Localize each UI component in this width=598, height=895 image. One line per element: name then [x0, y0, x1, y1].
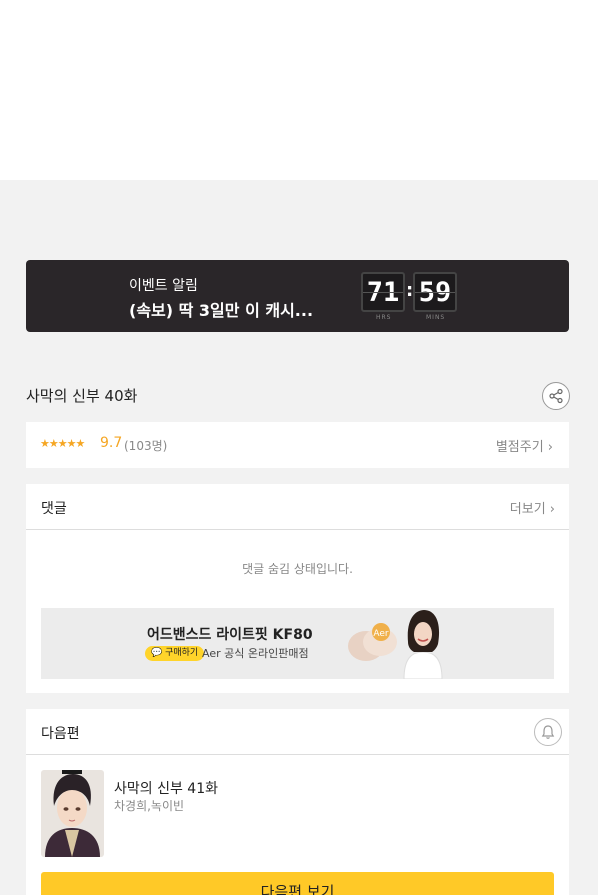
comments-hidden-message: 댓글 숨김 상태입니다.: [242, 562, 353, 576]
ad-model-image: [403, 610, 443, 679]
next-episode-thumbnail[interactable]: [41, 770, 104, 857]
next-episode-card: 다음편 사막의 신부 41화 차경희,녹이빈 다음편 보기: [26, 709, 569, 895]
advertisement-banner[interactable]: 어드밴스드 라이트핏 KF80 💬 구매하기 Aer 공식 온라인판매점 Aer: [41, 608, 554, 679]
mask-product-image: Aer: [348, 623, 397, 661]
comments-more-link[interactable]: 더보기 ›: [510, 498, 555, 517]
rating-score: 9.7: [100, 435, 123, 451]
rating-count: (103명): [124, 439, 168, 453]
ad-title: 어드밴스드 라이트핏 KF80: [147, 627, 313, 643]
next-episode-title[interactable]: 사막의 신부 41화: [114, 778, 218, 798]
top-blank-area: [0, 0, 598, 180]
rate-link[interactable]: 별점주기 ›: [496, 436, 553, 455]
bell-icon: [541, 725, 555, 739]
character-portrait-image: [41, 770, 104, 857]
share-icon: [549, 388, 563, 404]
countdown-minutes: 59: [413, 272, 457, 312]
next-episode-authors: 차경희,녹이빈: [114, 799, 185, 813]
ad-subtitle: Aer 공식 온라인판매점: [202, 647, 309, 660]
event-banner[interactable]: 이벤트 알림 (속보) 딱 3일만 이 캐시... 71 : 59 HRS MI…: [26, 260, 569, 332]
ad-buy-badge: 💬 구매하기: [145, 646, 205, 661]
next-episode-header: 다음편: [26, 709, 569, 755]
next-episode-section-title: 다음편: [41, 726, 80, 742]
comments-title: 댓글: [41, 501, 67, 517]
countdown-hours: 71: [361, 272, 405, 312]
event-label: 이벤트 알림: [129, 278, 198, 294]
episode-title: 사막의 신부 40화: [26, 387, 138, 405]
star-rating-icon: ★★★★★: [40, 437, 85, 450]
svg-text:Aer: Aer: [373, 629, 389, 639]
event-title: (속보) 딱 3일만 이 캐시...: [129, 301, 314, 320]
notification-button[interactable]: [534, 718, 562, 746]
share-button[interactable]: [542, 382, 570, 410]
rating-card: ★★★★★ 9.7 (103명) 별점주기 ›: [26, 422, 569, 468]
comments-card: 댓글 더보기 › 댓글 숨김 상태입니다. 어드밴스드 라이트핏 KF80 💬 …: [26, 484, 569, 693]
next-episode-button[interactable]: 다음편 보기: [41, 872, 554, 895]
countdown-hours-caption: HRS: [376, 314, 392, 321]
countdown-minutes-caption: MINS: [426, 314, 446, 321]
comments-header: 댓글 더보기 ›: [26, 484, 569, 530]
